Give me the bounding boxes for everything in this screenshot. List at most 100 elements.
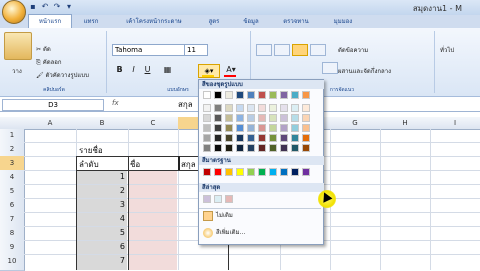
number-format-select[interactable]: ทั่วไป: [440, 45, 454, 55]
standard-color-swatch[interactable]: [291, 168, 299, 176]
formula-content[interactable]: สกุล: [178, 98, 193, 111]
row-header-7[interactable]: 7: [0, 212, 25, 227]
more-colors-item[interactable]: สีเพิ่มเติม...: [200, 226, 318, 240]
theme-shade-swatch[interactable]: [247, 144, 255, 152]
row-header-4[interactable]: 4: [0, 170, 25, 185]
copy-button[interactable]: ⎘ คัดลอก: [36, 57, 62, 67]
theme-shade-swatch[interactable]: [280, 104, 288, 112]
col-header-a[interactable]: A: [24, 117, 77, 130]
theme-shade-swatch[interactable]: [236, 104, 244, 112]
font-name-select[interactable]: Tahoma: [112, 44, 186, 56]
theme-shade-swatch[interactable]: [302, 144, 310, 152]
theme-shade-swatch[interactable]: [236, 124, 244, 132]
bold-button[interactable]: B: [114, 64, 125, 75]
theme-shade-swatch[interactable]: [203, 114, 211, 122]
cell-b10[interactable]: 7: [100, 256, 125, 265]
underline-button[interactable]: U: [142, 64, 153, 75]
theme-shade-swatch[interactable]: [269, 134, 277, 142]
row-header-3[interactable]: 3: [0, 156, 25, 171]
recent-color-swatch[interactable]: [225, 195, 233, 203]
theme-shade-swatch[interactable]: [302, 124, 310, 132]
theme-shade-swatch[interactable]: [269, 144, 277, 152]
theme-color-swatch[interactable]: [258, 91, 266, 99]
tab-insert[interactable]: แทรก: [76, 15, 106, 28]
theme-shade-swatch[interactable]: [214, 144, 222, 152]
italic-button[interactable]: I: [128, 64, 139, 75]
row-header-9[interactable]: 9: [0, 240, 25, 255]
save-icon[interactable]: ▪: [28, 2, 38, 12]
indent-icon[interactable]: [322, 62, 338, 74]
standard-color-swatch[interactable]: [258, 168, 266, 176]
fx-label[interactable]: fx: [112, 99, 119, 107]
align-top-icon[interactable]: [256, 44, 272, 56]
no-fill-item[interactable]: ไม่เติม: [200, 209, 318, 223]
cell-b5[interactable]: 2: [100, 186, 125, 195]
cell-b9[interactable]: 6: [100, 242, 125, 251]
theme-shade-swatch[interactable]: [302, 134, 310, 142]
tab-page-layout[interactable]: เค้าโครงหน้ากระดาษ: [112, 15, 196, 28]
standard-color-swatch[interactable]: [302, 168, 310, 176]
standard-color-swatch[interactable]: [203, 168, 211, 176]
theme-shade-swatch[interactable]: [214, 134, 222, 142]
col-header-b[interactable]: B: [76, 117, 129, 130]
align-bottom-icon[interactable]: [292, 44, 308, 56]
theme-shade-swatch[interactable]: [269, 114, 277, 122]
row-header-6[interactable]: 6: [0, 198, 25, 213]
font-size-select[interactable]: 11: [184, 44, 208, 56]
theme-shade-swatch[interactable]: [214, 104, 222, 112]
theme-color-swatch[interactable]: [247, 91, 255, 99]
theme-shade-swatch[interactable]: [258, 124, 266, 132]
text-orientation-icon[interactable]: [310, 44, 326, 56]
row-header-5[interactable]: 5: [0, 184, 25, 199]
theme-shade-swatch[interactable]: [291, 134, 299, 142]
theme-shade-swatch[interactable]: [225, 114, 233, 122]
standard-color-swatch[interactable]: [214, 168, 222, 176]
borders-icon[interactable]: ▦: [162, 64, 173, 75]
theme-shade-swatch[interactable]: [203, 134, 211, 142]
cell-b3[interactable]: ลำดับ: [79, 158, 99, 171]
theme-shade-swatch[interactable]: [236, 114, 244, 122]
standard-color-swatch[interactable]: [280, 168, 288, 176]
col-header-i[interactable]: I: [430, 117, 480, 130]
tab-data[interactable]: ข้อมูล: [236, 15, 266, 28]
office-button[interactable]: [2, 0, 26, 24]
row-header-1[interactable]: 1: [0, 129, 25, 143]
theme-shade-swatch[interactable]: [203, 144, 211, 152]
theme-shade-swatch[interactable]: [247, 114, 255, 122]
cell-b4[interactable]: 1: [100, 172, 125, 181]
theme-color-swatch[interactable]: [203, 91, 211, 99]
col-header-h[interactable]: H: [380, 117, 431, 130]
theme-color-swatch[interactable]: [302, 91, 310, 99]
theme-shade-swatch[interactable]: [247, 124, 255, 132]
cell-b8[interactable]: 5: [100, 228, 125, 237]
theme-color-swatch[interactable]: [280, 91, 288, 99]
row-header-2[interactable]: 2: [0, 142, 25, 157]
col-header-c[interactable]: C: [128, 117, 179, 130]
row-header-8[interactable]: 8: [0, 226, 25, 241]
theme-color-swatch[interactable]: [225, 91, 233, 99]
theme-shade-swatch[interactable]: [280, 144, 288, 152]
cell-b6[interactable]: 3: [100, 200, 125, 209]
theme-shade-swatch[interactable]: [280, 124, 288, 132]
theme-shade-swatch[interactable]: [291, 114, 299, 122]
cell-c3[interactable]: ชื่อ: [130, 158, 140, 171]
theme-shade-swatch[interactable]: [225, 104, 233, 112]
cell-d3[interactable]: สกุล: [181, 158, 196, 171]
col-header-g[interactable]: G: [330, 117, 381, 130]
standard-color-swatch[interactable]: [269, 168, 277, 176]
theme-shade-swatch[interactable]: [236, 134, 244, 142]
theme-shade-swatch[interactable]: [291, 144, 299, 152]
cell-b2[interactable]: รายชื่อ: [79, 144, 103, 157]
theme-shade-swatch[interactable]: [203, 124, 211, 132]
theme-shade-swatch[interactable]: [269, 104, 277, 112]
theme-shade-swatch[interactable]: [280, 134, 288, 142]
redo-icon[interactable]: ↷: [52, 2, 62, 12]
row-header-10[interactable]: 10: [0, 254, 25, 271]
dropdown-icon[interactable]: ▾: [64, 2, 74, 12]
theme-shade-swatch[interactable]: [214, 124, 222, 132]
theme-shade-swatch[interactable]: [247, 134, 255, 142]
align-middle-icon[interactable]: [274, 44, 290, 56]
theme-color-swatch[interactable]: [269, 91, 277, 99]
undo-icon[interactable]: ↶: [40, 2, 50, 12]
theme-color-swatch[interactable]: [291, 91, 299, 99]
